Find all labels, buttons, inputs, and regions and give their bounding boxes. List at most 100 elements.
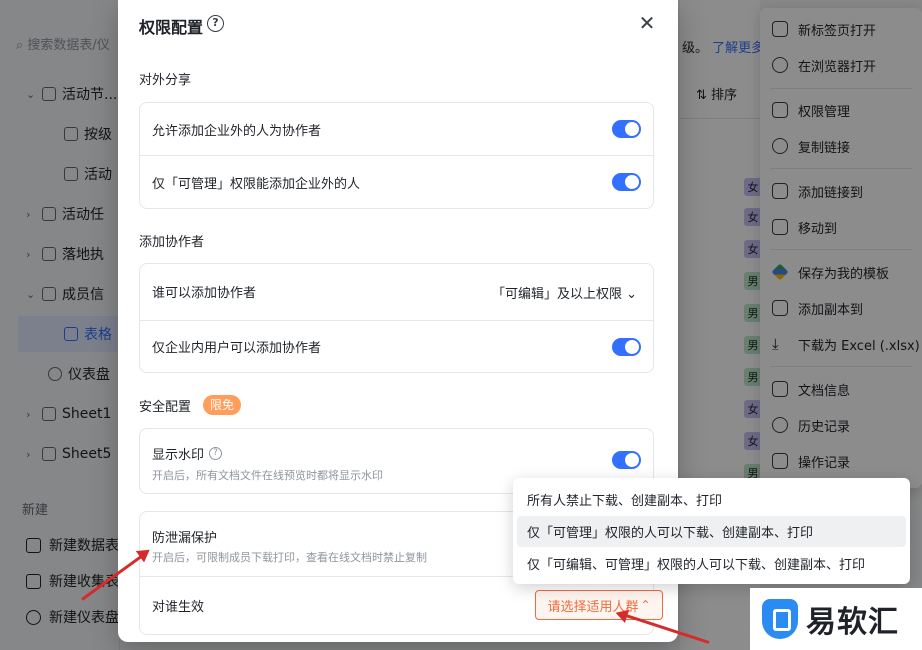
search-placeholder: 搜索数据表/仪 bbox=[27, 38, 110, 53]
table-icon bbox=[26, 537, 41, 553]
chevron-right-icon: › bbox=[26, 247, 31, 261]
help-icon[interactable]: ? bbox=[209, 447, 223, 460]
watermark-toggle[interactable] bbox=[612, 451, 641, 469]
menu-item-label: 移动到 bbox=[798, 221, 838, 237]
allow-external-label: 允许添加企业外的人为协作者 bbox=[152, 123, 322, 139]
allow-external-toggle[interactable] bbox=[612, 120, 641, 138]
sidebar-item-label: Sheet1 bbox=[62, 406, 112, 422]
new-section-heading: 新建 bbox=[22, 503, 49, 518]
menu-item-doc-info[interactable]: 文档信息 bbox=[760, 372, 922, 406]
menu-item-open-new-tab[interactable]: 新标签页打开 bbox=[760, 12, 922, 46]
dropdown-option-edit-manage[interactable]: 仅「可编辑、可管理」权限的人可以下载、创建副本、打印 bbox=[517, 548, 906, 579]
sidebar-item-label: 活动任 bbox=[62, 207, 104, 223]
sidebar-item-label: 活动 bbox=[84, 167, 112, 183]
menu-item-add-copy[interactable]: 添加副本到 bbox=[760, 291, 922, 325]
leak-protect-label: 防泄漏保护 bbox=[152, 531, 218, 546]
folder-icon bbox=[42, 207, 56, 221]
menu-item-open-browser[interactable]: 在浏览器打开 bbox=[760, 48, 922, 82]
chevron-up-icon: ⌃ bbox=[640, 598, 651, 612]
table-icon bbox=[64, 327, 78, 341]
help-icon[interactable]: ? bbox=[207, 15, 224, 32]
sidebar-item[interactable]: › 活动任 bbox=[26, 196, 104, 232]
chevron-right-icon: › bbox=[26, 207, 31, 221]
compass-icon bbox=[772, 57, 788, 73]
sidebar-item[interactable]: ⌄ 活动节... bbox=[26, 76, 117, 112]
menu-item-save-template[interactable]: 保存为我的模板 bbox=[760, 255, 922, 289]
who-can-add-value: 「可编辑」及以上权限 bbox=[491, 287, 622, 302]
menu-item-label: 操作记录 bbox=[798, 455, 851, 471]
move-icon bbox=[772, 219, 788, 235]
sidebar-item[interactable]: 按级 bbox=[64, 116, 112, 152]
history-icon bbox=[772, 417, 788, 433]
sidebar-item[interactable]: 活动 bbox=[64, 156, 112, 192]
sidebar-item-label: 成员信 bbox=[62, 287, 104, 303]
lock-icon bbox=[772, 102, 788, 118]
dropdown-option-all-forbid[interactable]: 所有人禁止下载、创建副本、打印 bbox=[517, 484, 906, 515]
only-manage-label: 仅「可管理」权限能添加企业外的人 bbox=[152, 176, 361, 192]
learn-more-link[interactable]: 了解更多 bbox=[712, 41, 764, 56]
only-manage-toggle[interactable] bbox=[612, 173, 641, 191]
external-link-icon bbox=[772, 21, 788, 37]
chevron-right-icon: › bbox=[26, 407, 31, 421]
table-icon bbox=[64, 127, 78, 141]
external-share-card: 允许添加企业外的人为协作者 仅「可管理」权限能添加企业外的人 bbox=[139, 102, 654, 209]
sidebar-item[interactable]: › 落地执 bbox=[26, 236, 104, 272]
audience-dropdown: 所有人禁止下载、创建副本、打印 仅「可管理」权限的人可以下载、创建副本、打印 仅… bbox=[513, 478, 910, 584]
drive-icon bbox=[771, 263, 789, 281]
applies-to-label: 对谁生效 bbox=[152, 599, 205, 615]
sidebar-item[interactable]: › Sheet5 bbox=[26, 436, 111, 472]
sheet-icon bbox=[42, 447, 56, 461]
menu-item-history[interactable]: 历史记录 bbox=[760, 408, 922, 442]
free-badge: 限免 bbox=[203, 395, 242, 415]
sidebar-item-label: 活动节... bbox=[62, 87, 118, 103]
info-icon bbox=[772, 381, 788, 397]
dropdown-option-manage-only[interactable]: 仅「可管理」权限的人可以下载、创建副本、打印 bbox=[517, 516, 906, 547]
menu-item-label: 文档信息 bbox=[798, 383, 851, 399]
menu-item-move[interactable]: 移动到 bbox=[760, 210, 922, 244]
add-link-icon bbox=[772, 183, 788, 199]
sidebar-item-label: 仪表盘 bbox=[68, 367, 110, 383]
menu-item-add-link[interactable]: 添加链接到 bbox=[760, 174, 922, 208]
menu-item-label: 在浏览器打开 bbox=[798, 59, 877, 75]
who-can-add-select[interactable]: 「可编辑」及以上权限 ⌄ bbox=[492, 283, 637, 302]
new-dashboard-button[interactable]: 新建仪表盘 bbox=[26, 607, 119, 627]
sidebar-item-active[interactable]: 表格 bbox=[18, 316, 120, 352]
sidebar-search-input[interactable]: ⌕ 搜索数据表/仪 bbox=[16, 34, 110, 53]
dashboard-icon bbox=[48, 367, 62, 381]
menu-item-download-excel[interactable]: ⤓ 下载为 Excel (.xlsx) bbox=[760, 327, 922, 361]
download-icon: ⤓ bbox=[772, 335, 779, 353]
leak-protect-description: 开启后，可限制成员下载打印，查看在线文档时禁止复制 bbox=[152, 551, 427, 564]
folder-icon bbox=[42, 287, 56, 301]
close-icon[interactable]: ✕ bbox=[638, 13, 656, 33]
dashboard-icon bbox=[26, 609, 41, 625]
menu-item-label: 添加副本到 bbox=[798, 302, 864, 318]
sidebar-item[interactable]: ⌄ 成员信 bbox=[26, 276, 104, 312]
site-logo: 易软汇 bbox=[750, 588, 922, 650]
sheet-icon bbox=[42, 407, 56, 421]
menu-item-label: 新标签页打开 bbox=[798, 23, 877, 39]
sidebar-item[interactable]: › Sheet1 bbox=[26, 396, 111, 432]
internal-only-toggle[interactable] bbox=[612, 337, 641, 356]
section-heading-collaborator: 添加协作者 bbox=[139, 235, 205, 250]
watermark-row: 显示水印 ? bbox=[152, 444, 223, 463]
log-icon bbox=[772, 453, 788, 469]
menu-item-operation-log[interactable]: 操作记录 bbox=[760, 444, 922, 478]
applies-to-row: 对谁生效 请选择适用人群 ⌃ bbox=[140, 577, 663, 633]
add-collaborator-card: 谁可以添加协作者 「可编辑」及以上权限 ⌄ 仅企业内用户可以添加协作者 bbox=[139, 263, 654, 373]
sidebar: ⌕ 搜索数据表/仪 ⌄ 活动节... 按级 活动 › 活动任 › 落地执 ⌄ 成员信 表… bbox=[0, 0, 120, 650]
menu-item-permissions[interactable]: 权限管理 bbox=[760, 93, 922, 127]
menu-item-label: 添加链接到 bbox=[798, 185, 864, 201]
copy-icon bbox=[772, 300, 788, 316]
sidebar-item-label: Sheet5 bbox=[62, 446, 112, 462]
folder-icon bbox=[42, 247, 56, 261]
menu-item-copy-link[interactable]: 复制链接 bbox=[760, 129, 922, 163]
sort-button[interactable]: ⇅ 排序 bbox=[696, 84, 737, 103]
new-table-button[interactable]: 新建数据表 bbox=[26, 535, 119, 555]
sidebar-item[interactable]: 仪表盘 bbox=[48, 356, 110, 392]
menu-item-label: 复制链接 bbox=[798, 140, 851, 156]
menu-item-label: 历史记录 bbox=[798, 419, 851, 435]
logo-text: 易软汇 bbox=[806, 605, 899, 640]
notice-tail: 级。 bbox=[682, 41, 709, 56]
internal-only-label: 仅企业内用户可以添加协作者 bbox=[152, 341, 322, 356]
audience-select[interactable]: 请选择适用人群 ⌃ bbox=[535, 590, 663, 620]
